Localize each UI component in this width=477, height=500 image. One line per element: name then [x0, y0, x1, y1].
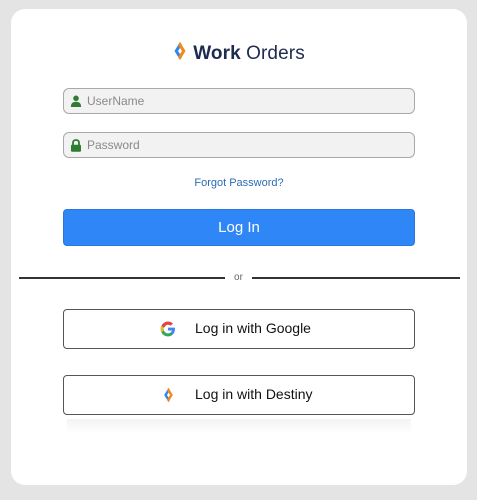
- password-field[interactable]: [63, 132, 415, 158]
- login-button[interactable]: Log In: [63, 209, 415, 246]
- username-input[interactable]: [85, 94, 407, 108]
- username-field[interactable]: [63, 88, 415, 114]
- google-login-button[interactable]: Log in with Google: [63, 309, 415, 349]
- destiny-login-label: Log in with Destiny: [195, 386, 313, 402]
- app-logo: Work Orders: [11, 41, 467, 66]
- or-divider: or: [19, 271, 460, 285]
- destiny-icon: [159, 386, 177, 404]
- password-input[interactable]: [85, 138, 407, 152]
- divider-label: or: [234, 272, 243, 283]
- login-button-label: Log In: [218, 219, 260, 236]
- google-icon: [159, 320, 177, 338]
- user-icon: [67, 92, 85, 110]
- lock-icon: [67, 136, 85, 154]
- login-card: Work Orders Forgot Password? Log In or: [11, 9, 467, 485]
- google-login-label: Log in with Google: [195, 320, 311, 336]
- app-name: Work Orders: [193, 42, 305, 64]
- work-orders-logo-icon: [173, 41, 187, 66]
- divider-line-left: [19, 277, 225, 279]
- divider-line-right: [252, 277, 460, 279]
- destiny-login-button[interactable]: Log in with Destiny: [63, 375, 415, 415]
- bottom-shadow: [67, 419, 411, 433]
- forgot-password-link[interactable]: Forgot Password?: [11, 177, 467, 189]
